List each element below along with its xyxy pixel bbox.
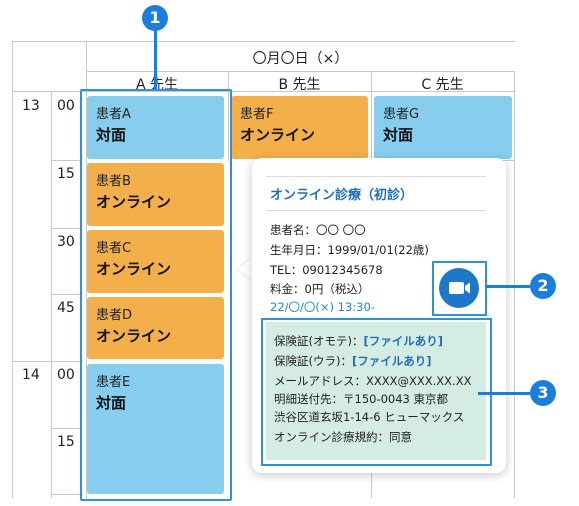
appointment-datetime: 22/〇/〇(×) 13:30- xyxy=(270,300,375,314)
doctor-b-header: B 先生 xyxy=(278,77,321,93)
appointment-card-f[interactable]: 患者F オンライン xyxy=(231,96,368,159)
patient-name: 患者F xyxy=(240,107,274,122)
doctor-c-header: C 先生 xyxy=(421,77,464,93)
callout-2-badge: 2 xyxy=(530,273,556,299)
callout-2-connector xyxy=(485,285,530,288)
tel-field: TEL：09012345678 xyxy=(270,263,383,277)
minute-00-label: 00 xyxy=(57,98,75,114)
hour-13-label: 13 xyxy=(22,98,40,114)
popup-title: オンライン診療（初診） xyxy=(270,188,414,203)
minute-45-label: 45 xyxy=(57,300,75,316)
callout-3-connector xyxy=(478,392,530,395)
fee-field: 料金：0円（税込） xyxy=(270,282,370,296)
patient-name: 患者G xyxy=(383,107,420,122)
dob-field: 生年月日：1999/01/01(22歳) xyxy=(270,243,429,257)
minute-15-label: 15 xyxy=(57,166,75,182)
date-header: 〇月〇日（×） xyxy=(252,51,349,67)
column-a-highlight-frame xyxy=(80,89,232,501)
patient-name-field: 患者名：〇〇 〇〇 xyxy=(270,223,366,237)
minute-30-label: 30 xyxy=(57,234,75,250)
callout-1-connector xyxy=(154,26,157,89)
popup-divider xyxy=(266,176,486,177)
info-panel-highlight-frame xyxy=(261,318,492,466)
callout-3-badge: 3 xyxy=(530,380,556,406)
popup-pointer xyxy=(238,257,253,281)
minute-00-label: 00 xyxy=(57,367,75,383)
video-button-highlight-frame xyxy=(432,261,487,316)
callout-1-badge: 1 xyxy=(142,5,168,31)
consult-type: 対面 xyxy=(383,126,414,144)
appointment-card-g[interactable]: 患者G 対面 xyxy=(374,96,512,159)
popup-divider xyxy=(266,210,486,211)
consult-type: オンライン xyxy=(240,126,316,144)
hour-14-label: 14 xyxy=(22,367,40,383)
minute-15-label: 15 xyxy=(57,434,75,450)
